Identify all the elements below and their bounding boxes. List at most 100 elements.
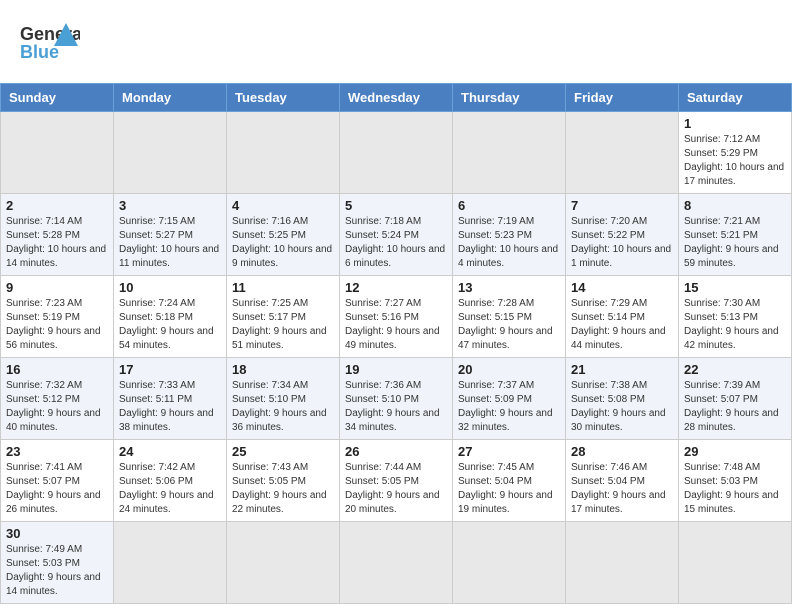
day-number: 24 (119, 444, 221, 459)
col-thursday: Thursday (453, 84, 566, 112)
calendar-cell: 4Sunrise: 7:16 AMSunset: 5:25 PMDaylight… (227, 194, 340, 276)
day-info: Sunrise: 7:24 AMSunset: 5:18 PMDaylight:… (119, 297, 221, 353)
calendar-cell (114, 522, 227, 604)
day-info: Sunrise: 7:15 AMSunset: 5:27 PMDaylight:… (119, 215, 221, 271)
calendar-cell: 8 Sunrise: 7:21 AMSunset: 5:21 PMDaylight… (679, 194, 792, 276)
day-info: Sunrise: 7:43 AMSunset: 5:05 PMDaylight:… (232, 461, 334, 517)
calendar-week-row: 1Sunrise: 7:12 AMSunset: 5:29 PMDaylight… (1, 112, 792, 194)
calendar-cell: 6Sunrise: 7:19 AMSunset: 5:23 PMDaylight… (453, 194, 566, 276)
day-info: Sunrise: 7:21 AMSunset: 5:21 PMDaylight:… (684, 215, 786, 271)
calendar-cell: 16 Sunrise: 7:32 AMSunset: 5:12 PMDayligh… (1, 358, 114, 440)
calendar-week-row: 16 Sunrise: 7:32 AMSunset: 5:12 PMDayligh… (1, 358, 792, 440)
calendar-cell: 9 Sunrise: 7:23 AMSunset: 5:19 PMDaylight… (1, 276, 114, 358)
day-number: 26 (345, 444, 447, 459)
day-info: Sunrise: 7:37 AMSunset: 5:09 PMDaylight:… (458, 379, 560, 435)
calendar-week-row: 9 Sunrise: 7:23 AMSunset: 5:19 PMDaylight… (1, 276, 792, 358)
calendar-header-row: Sunday Monday Tuesday Wednesday Thursday… (1, 84, 792, 112)
calendar-cell: 22Sunrise: 7:39 AMSunset: 5:07 PMDayligh… (679, 358, 792, 440)
day-number: 5 (345, 198, 447, 213)
day-number: 19 (345, 362, 447, 377)
day-number: 7 (571, 198, 673, 213)
day-info: Sunrise: 7:25 AMSunset: 5:17 PMDaylight:… (232, 297, 334, 353)
calendar-cell: 15 Sunrise: 7:30 AMSunset: 5:13 PMDayligh… (679, 276, 792, 358)
day-number: 12 (345, 280, 447, 295)
day-info: Sunrise: 7:14 AMSunset: 5:28 PMDaylight:… (6, 215, 108, 271)
day-info: Sunrise: 7:42 AMSunset: 5:06 PMDaylight:… (119, 461, 221, 517)
day-number: 25 (232, 444, 334, 459)
calendar-cell: 29Sunrise: 7:48 AMSunset: 5:03 PMDayligh… (679, 440, 792, 522)
day-number: 9 (6, 280, 108, 295)
calendar-cell (566, 522, 679, 604)
day-info: Sunrise: 7:45 AMSunset: 5:04 PMDaylight:… (458, 461, 560, 517)
day-number: 23 (6, 444, 108, 459)
day-number: 20 (458, 362, 560, 377)
day-number: 2 (6, 198, 108, 213)
day-number: 27 (458, 444, 560, 459)
calendar-week-row: 2 Sunrise: 7:14 AMSunset: 5:28 PMDaylight… (1, 194, 792, 276)
day-info: Sunrise: 7:20 AMSunset: 5:22 PMDaylight:… (571, 215, 673, 271)
calendar-cell: 11Sunrise: 7:25 AMSunset: 5:17 PMDayligh… (227, 276, 340, 358)
day-info: Sunrise: 7:34 AMSunset: 5:10 PMDaylight:… (232, 379, 334, 435)
col-saturday: Saturday (679, 84, 792, 112)
day-info: Sunrise: 7:12 AMSunset: 5:29 PMDaylight:… (684, 133, 786, 189)
day-number: 22 (684, 362, 786, 377)
calendar-cell (566, 112, 679, 194)
calendar-table: Sunday Monday Tuesday Wednesday Thursday… (0, 83, 792, 604)
svg-text:Blue: Blue (20, 42, 59, 62)
header: General Blue (0, 0, 792, 83)
day-number: 3 (119, 198, 221, 213)
day-info: Sunrise: 7:36 AMSunset: 5:10 PMDaylight:… (345, 379, 447, 435)
col-wednesday: Wednesday (340, 84, 453, 112)
day-number: 18 (232, 362, 334, 377)
day-number: 13 (458, 280, 560, 295)
day-info: Sunrise: 7:41 AMSunset: 5:07 PMDaylight:… (6, 461, 108, 517)
col-monday: Monday (114, 84, 227, 112)
day-info: Sunrise: 7:49 AMSunset: 5:03 PMDaylight:… (6, 543, 108, 599)
day-number: 15 (684, 280, 786, 295)
calendar-cell: 14Sunrise: 7:29 AMSunset: 5:14 PMDayligh… (566, 276, 679, 358)
day-number: 30 (6, 526, 108, 541)
calendar-cell (453, 112, 566, 194)
calendar-cell (340, 112, 453, 194)
logo: General Blue (20, 18, 80, 73)
calendar-cell: 25 Sunrise: 7:43 AMSunset: 5:05 PMDayligh… (227, 440, 340, 522)
calendar-cell (227, 112, 340, 194)
day-number: 21 (571, 362, 673, 377)
calendar-cell: 20 Sunrise: 7:37 AMSunset: 5:09 PMDayligh… (453, 358, 566, 440)
calendar-cell (679, 522, 792, 604)
calendar-cell: 24 Sunrise: 7:42 AMSunset: 5:06 PMDayligh… (114, 440, 227, 522)
day-info: Sunrise: 7:38 AMSunset: 5:08 PMDaylight:… (571, 379, 673, 435)
day-number: 10 (119, 280, 221, 295)
calendar-cell: 26Sunrise: 7:44 AMSunset: 5:05 PMDayligh… (340, 440, 453, 522)
day-info: Sunrise: 7:30 AMSunset: 5:13 PMDaylight:… (684, 297, 786, 353)
day-info: Sunrise: 7:28 AMSunset: 5:15 PMDaylight:… (458, 297, 560, 353)
logo-area: General Blue (20, 18, 80, 73)
day-number: 17 (119, 362, 221, 377)
calendar-cell: 7 Sunrise: 7:20 AMSunset: 5:22 PMDaylight… (566, 194, 679, 276)
day-info: Sunrise: 7:19 AMSunset: 5:23 PMDaylight:… (458, 215, 560, 271)
calendar-cell: 27 Sunrise: 7:45 AMSunset: 5:04 PMDayligh… (453, 440, 566, 522)
day-number: 16 (6, 362, 108, 377)
calendar-cell: 13 Sunrise: 7:28 AMSunset: 5:15 PMDayligh… (453, 276, 566, 358)
day-info: Sunrise: 7:48 AMSunset: 5:03 PMDaylight:… (684, 461, 786, 517)
calendar-week-row: 23 Sunrise: 7:41 AMSunset: 5:07 PMDayligh… (1, 440, 792, 522)
calendar-cell: 10 Sunrise: 7:24 AMSunset: 5:18 PMDayligh… (114, 276, 227, 358)
calendar-cell: 23 Sunrise: 7:41 AMSunset: 5:07 PMDayligh… (1, 440, 114, 522)
col-friday: Friday (566, 84, 679, 112)
day-info: Sunrise: 7:32 AMSunset: 5:12 PMDaylight:… (6, 379, 108, 435)
col-tuesday: Tuesday (227, 84, 340, 112)
calendar-cell: 5 Sunrise: 7:18 AMSunset: 5:24 PMDaylight… (340, 194, 453, 276)
day-info: Sunrise: 7:23 AMSunset: 5:19 PMDaylight:… (6, 297, 108, 353)
calendar-week-row: 30 Sunrise: 7:49 AMSunset: 5:03 PMDayligh… (1, 522, 792, 604)
calendar-cell: 21 Sunrise: 7:38 AMSunset: 5:08 PMDayligh… (566, 358, 679, 440)
calendar-cell: 3 Sunrise: 7:15 AMSunset: 5:27 PMDaylight… (114, 194, 227, 276)
calendar-cell: 17 Sunrise: 7:33 AMSunset: 5:11 PMDayligh… (114, 358, 227, 440)
day-info: Sunrise: 7:18 AMSunset: 5:24 PMDaylight:… (345, 215, 447, 271)
day-number: 28 (571, 444, 673, 459)
calendar-cell: 1Sunrise: 7:12 AMSunset: 5:29 PMDaylight… (679, 112, 792, 194)
day-info: Sunrise: 7:33 AMSunset: 5:11 PMDaylight:… (119, 379, 221, 435)
calendar-cell (453, 522, 566, 604)
calendar-cell: 30 Sunrise: 7:49 AMSunset: 5:03 PMDayligh… (1, 522, 114, 604)
day-number: 8 (684, 198, 786, 213)
day-number: 4 (232, 198, 334, 213)
